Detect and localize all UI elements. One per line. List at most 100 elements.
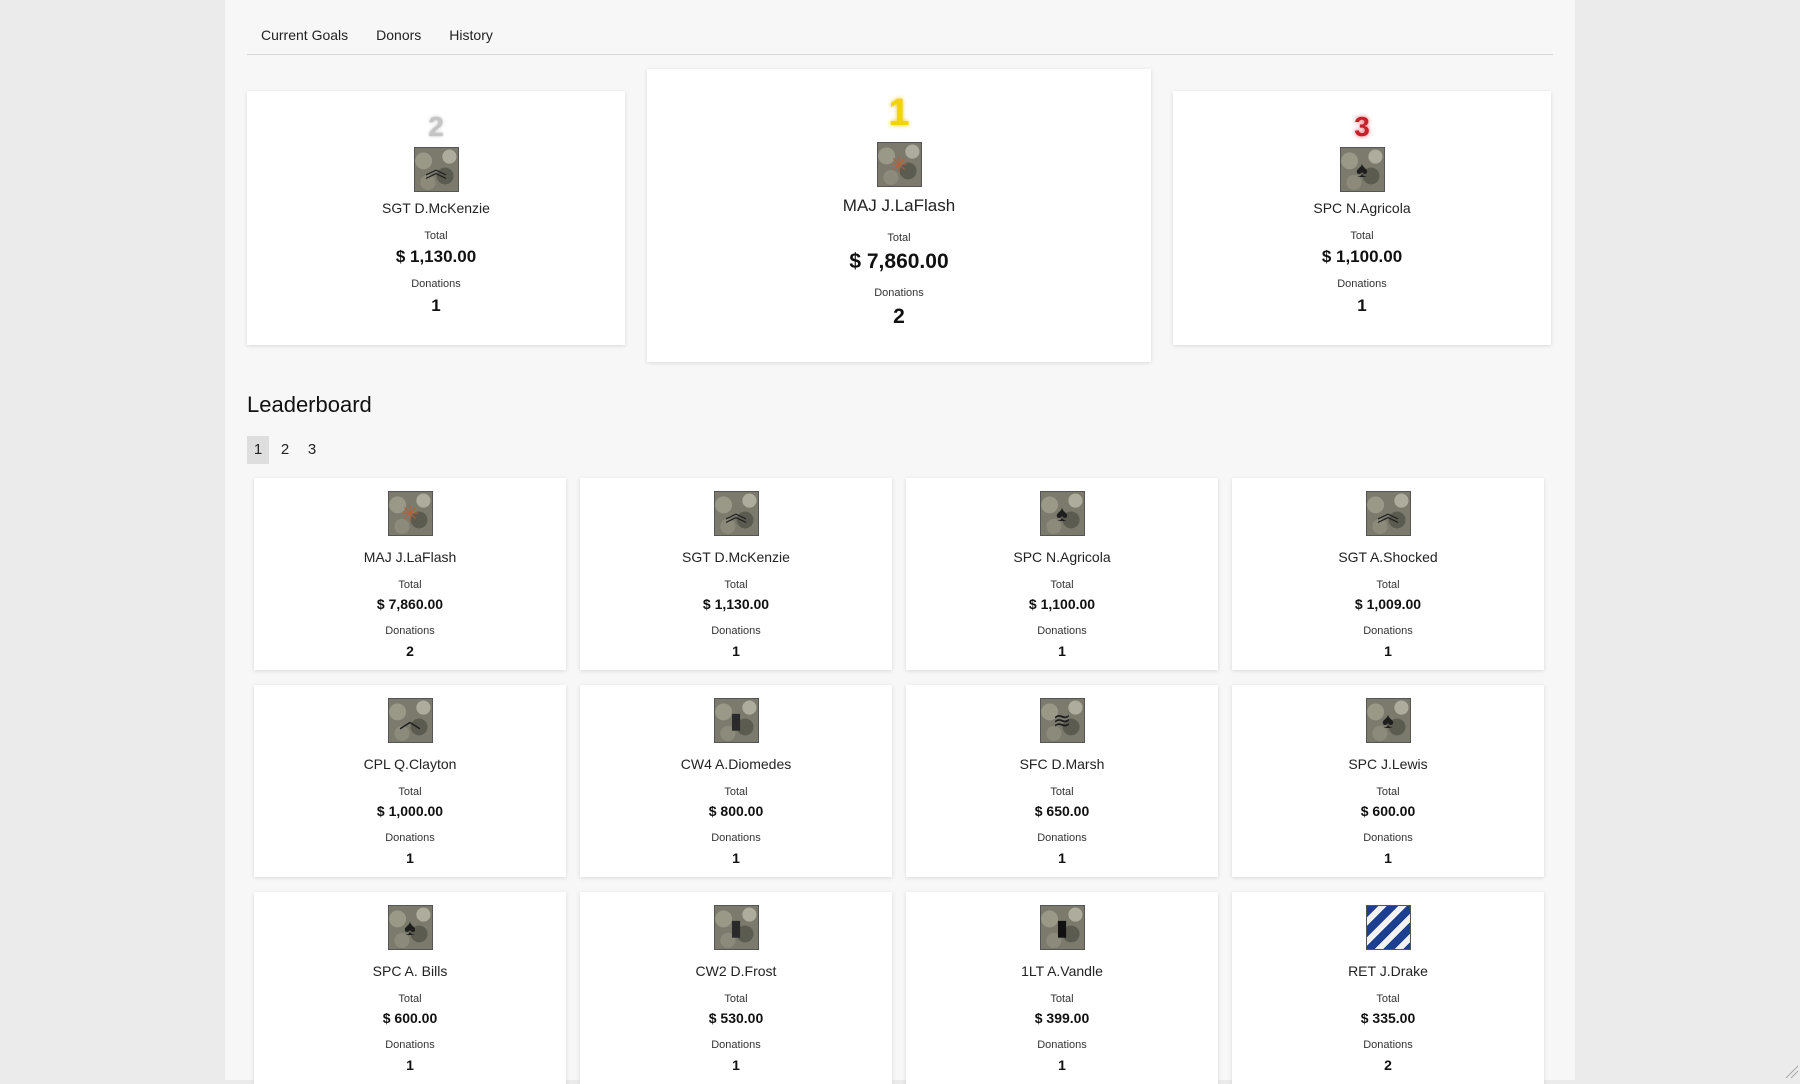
donations-count: 1 — [406, 1057, 414, 1073]
sergeant-first-class-icon: ≋ — [1039, 698, 1085, 743]
donations-count: 1 — [1058, 643, 1066, 659]
specialist-eagle-icon: ♠ — [387, 905, 433, 950]
donations-count: 1 — [732, 1057, 740, 1073]
total-label: Total — [1050, 993, 1074, 1005]
total-label: Total — [398, 579, 422, 591]
podium-donor-name: SGT D.McKenzie — [382, 200, 490, 216]
total-amount: $ 1,009.00 — [1354, 596, 1422, 612]
total-amount: $ 7,860.00 — [849, 250, 949, 273]
tab-donors[interactable]: Donors — [362, 14, 435, 54]
donations-count: 2 — [1384, 1057, 1392, 1073]
donor-name: CW2 D.Frost — [695, 963, 777, 979]
donations-label: Donations — [1363, 1039, 1413, 1051]
total-amount: $ 600.00 — [382, 1010, 438, 1026]
leaderboard-card[interactable]: ✳ MAJ J.LaFlash Total $ 7,860.00 Donations 2 — [254, 478, 566, 670]
major-oak-leaf-icon: ✳ — [876, 142, 922, 187]
donor-name: CPL Q.Clayton — [363, 756, 457, 772]
retired-stripes-icon — [1365, 905, 1411, 950]
total-amount: $ 530.00 — [708, 1010, 764, 1026]
donations-label: Donations — [711, 1039, 761, 1051]
total-amount: $ 600.00 — [1360, 803, 1416, 819]
corporal-chevron-icon: ︿ — [387, 698, 433, 743]
pagination: 1 2 3 — [247, 436, 328, 464]
podium-donor-name: MAJ J.LaFlash — [842, 196, 956, 215]
total-label: Total — [1050, 786, 1074, 798]
tab-history[interactable]: History — [435, 14, 507, 54]
donations-label: Donations — [385, 832, 435, 844]
tab-current-goals[interactable]: Current Goals — [247, 14, 362, 54]
donations-count: 2 — [406, 643, 414, 659]
page-button-3[interactable]: 3 — [301, 436, 323, 464]
leaderboard-card[interactable]: ▮ CW2 D.Frost Total $ 530.00 Donations 1 — [580, 892, 892, 1084]
page-button-1[interactable]: 1 — [247, 436, 269, 464]
total-label: Total — [724, 993, 748, 1005]
leaderboard-card[interactable]: ▮ 1LT A.Vandle Total $ 399.00 Donations 1 — [906, 892, 1218, 1084]
leaderboard-card[interactable]: RET J.Drake Total $ 335.00 Donations 2 — [1232, 892, 1544, 1084]
leaderboard-card[interactable]: ♠ SPC J.Lewis Total $ 600.00 Donations 1 — [1232, 685, 1544, 877]
total-amount: $ 399.00 — [1034, 1010, 1090, 1026]
sergeant-chevron-icon: ︽ — [1365, 491, 1411, 536]
donations-label: Donations — [1363, 832, 1413, 844]
donations-count: 1 — [1384, 850, 1392, 866]
total-label: Total — [887, 232, 911, 244]
leaderboard-title: Leaderboard — [247, 392, 372, 417]
warrant-officer-bar-icon: ▮ — [713, 905, 759, 950]
total-label: Total — [1050, 579, 1074, 591]
donations-label: Donations — [711, 832, 761, 844]
total-amount: $ 800.00 — [708, 803, 764, 819]
page-button-2[interactable]: 2 — [274, 436, 296, 464]
tab-bar: Current Goals Donors History — [247, 14, 1553, 55]
main-page: Current Goals Donors History 2 ︽ SGT D.M… — [225, 0, 1575, 1084]
donations-label: Donations — [874, 287, 924, 299]
leaderboard-card[interactable]: ♠ SPC N.Agricola Total $ 1,100.00 Donations 1 — [906, 478, 1218, 670]
donor-name: 1LT A.Vandle — [1021, 963, 1103, 979]
total-label: Total — [424, 230, 448, 242]
donor-name: SPC A. Bills — [372, 963, 448, 979]
total-amount: $ 1,100.00 — [1028, 596, 1096, 612]
total-label: Total — [1376, 993, 1400, 1005]
donor-name: CW4 A.Diomedes — [680, 756, 792, 772]
leaderboard-card[interactable]: ♠ SPC A. Bills Total $ 600.00 Donations 1 — [254, 892, 566, 1084]
total-amount: $ 335.00 — [1360, 1010, 1416, 1026]
total-amount: $ 1,000.00 — [376, 803, 444, 819]
donations-label: Donations — [1037, 625, 1087, 637]
podium-third-card[interactable]: 3 ♠ SPC N.Agricola Total $ 1,100.00 Dona… — [1173, 91, 1551, 345]
leaderboard-card[interactable]: ≋ SFC D.Marsh Total $ 650.00 Donations 1 — [906, 685, 1218, 877]
donations-label: Donations — [385, 625, 435, 637]
specialist-eagle-icon: ♠ — [1365, 698, 1411, 743]
donations-count: 1 — [1384, 643, 1392, 659]
donations-label: Donations — [1363, 625, 1413, 637]
leaderboard-card[interactable]: ︿ CPL Q.Clayton Total $ 1,000.00 Donations 1 — [254, 685, 566, 877]
total-label: Total — [1350, 230, 1374, 242]
specialist-eagle-icon: ♠ — [1039, 491, 1085, 536]
total-label: Total — [724, 786, 748, 798]
total-label: Total — [1376, 786, 1400, 798]
leaderboard-grid: ✳ MAJ J.LaFlash Total $ 7,860.00 Donations 2 ︽… — [254, 478, 1549, 1084]
podium-second-card[interactable]: 2 ︽ SGT D.McKenzie Total $ 1,130.00 Dona… — [247, 91, 625, 345]
total-label: Total — [1376, 579, 1400, 591]
donor-name: RET J.Drake — [1348, 963, 1428, 979]
donor-name: MAJ J.LaFlash — [363, 549, 457, 565]
donor-name: SGT D.McKenzie — [682, 549, 790, 565]
donations-count: 2 — [893, 305, 905, 328]
donations-count: 1 — [732, 850, 740, 866]
donations-label: Donations — [1037, 1039, 1087, 1051]
leaderboard-card[interactable]: ▮ CW4 A.Diomedes Total $ 800.00 Donations 1 — [580, 685, 892, 877]
podium-place-number: 1 — [888, 92, 910, 134]
leaderboard-card[interactable]: ︽ SGT A.Shocked Total $ 1,009.00 Donations 1 — [1232, 478, 1544, 670]
total-label: Total — [724, 579, 748, 591]
donations-label: Donations — [711, 625, 761, 637]
podium-place-number: 2 — [428, 111, 444, 142]
total-amount: $ 650.00 — [1034, 803, 1090, 819]
leaderboard-card[interactable]: ︽ SGT D.McKenzie Total $ 1,130.00 Donations 1 — [580, 478, 892, 670]
sergeant-chevron-icon: ︽ — [713, 491, 759, 536]
total-amount: $ 1,130.00 — [395, 247, 477, 266]
total-amount: $ 1,130.00 — [702, 596, 770, 612]
total-amount: $ 7,860.00 — [376, 596, 444, 612]
podium-first-card[interactable]: 1 ✳ MAJ J.LaFlash Total $ 7,860.00 Donat… — [647, 69, 1151, 362]
major-oak-leaf-icon: ✳ — [387, 491, 433, 536]
donations-count: 1 — [1058, 1057, 1066, 1073]
resize-handle-icon[interactable] — [1784, 1064, 1798, 1078]
total-label: Total — [398, 786, 422, 798]
donor-name: SGT A.Shocked — [1338, 549, 1438, 565]
